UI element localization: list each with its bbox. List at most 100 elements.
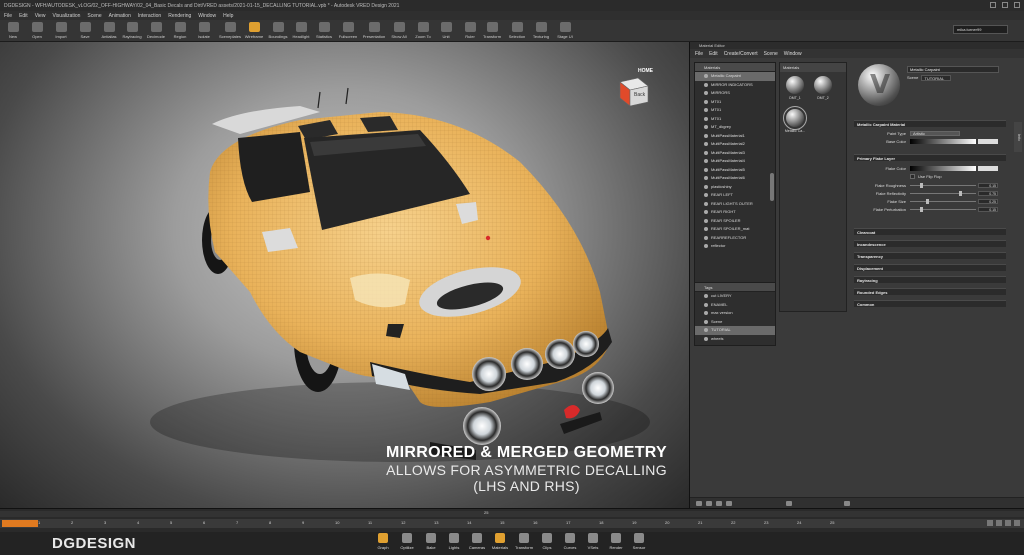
headlight-button[interactable]: Headlight (290, 21, 312, 41)
zoom-in-icon[interactable] (844, 501, 850, 506)
timeline-track[interactable] (0, 511, 1024, 517)
sceneplates-button[interactable]: Sceneplates (219, 21, 241, 41)
tree-item[interactable]: MT01 (695, 98, 775, 107)
close-icon[interactable] (1014, 2, 1020, 8)
menu-rendering[interactable]: Rendering (168, 13, 191, 19)
menu-help[interactable]: Help (223, 13, 233, 19)
me-menu-create-convert[interactable]: Create/Convert (724, 51, 758, 57)
clips-button[interactable]: Clips (536, 533, 558, 554)
tag-item[interactable]: TUTORIAL (695, 326, 775, 335)
play-icon[interactable] (1005, 520, 1011, 526)
menu-file[interactable]: File (4, 13, 12, 19)
material-name-field[interactable]: Metallic Carpaint (907, 66, 999, 73)
decimode-button[interactable]: Decimode (145, 21, 167, 41)
optilize-button[interactable]: Optilize (396, 533, 418, 554)
presentation-button[interactable]: Presentation (363, 21, 385, 41)
tree-item[interactable]: MultiPassMaterial5 (695, 166, 775, 175)
timeline[interactable]: 25 1 2 3 4 5 6 7 8 9 10 11 12 13 14 15 1… (0, 508, 1024, 532)
tree-item[interactable]: MT01 (695, 115, 775, 124)
flake-reflectivity-slider[interactable] (910, 193, 976, 194)
graph-button[interactable]: Graph (372, 533, 394, 554)
save-button[interactable]: Save (74, 21, 96, 41)
info-side-tab[interactable]: Info (1014, 122, 1022, 152)
last-frame-icon[interactable] (1014, 520, 1020, 526)
show-all-button[interactable]: Show All (388, 21, 410, 41)
flake-perturbation-knob[interactable] (920, 207, 923, 212)
flake-perturbation-value[interactable]: 0.15 (978, 207, 998, 212)
paint-type-select[interactable]: Artistic (910, 131, 960, 136)
ruler-button[interactable]: Ruler (459, 21, 481, 41)
vsets-button[interactable]: VSets (582, 533, 604, 554)
scene-tag-field[interactable]: TUTORIAL (921, 75, 952, 81)
wireframe-button[interactable]: Wireframe (243, 21, 265, 41)
tag-item[interactable]: max version (695, 309, 775, 318)
tag-item[interactable]: wheels (695, 335, 775, 344)
open-button[interactable]: Open (26, 21, 48, 41)
menu-edit[interactable]: Edit (19, 13, 28, 19)
section-common[interactable]: Common (854, 300, 1006, 307)
flake-size-knob[interactable] (926, 199, 929, 204)
texturing-button[interactable]: Texturing (530, 21, 552, 41)
materials-tree[interactable]: Materials Metallic Carpaint MIRROR INDIC… (694, 62, 776, 312)
tree-item[interactable]: Metallic Carpaint (695, 72, 775, 81)
flake-color-swatch[interactable] (978, 166, 998, 171)
tree-item[interactable]: REAR LEFT (695, 191, 775, 200)
section-displacement[interactable]: Displacement (854, 264, 1006, 271)
fullscreen-button[interactable]: Fullscreen (337, 21, 359, 41)
tags-panel[interactable]: Tags cut LIVERY ENAMEL max version Scene… (694, 282, 776, 346)
flake-size-slider[interactable] (910, 201, 976, 202)
tree-item[interactable]: MultiPassMaterial4 (695, 157, 775, 166)
nav-cube-back[interactable]: Back (634, 92, 645, 98)
tag-item[interactable]: ENAMEL (695, 301, 775, 310)
section-rounded-edges[interactable]: Rounded Edges (854, 288, 1006, 295)
base-color-swatch[interactable] (978, 139, 998, 144)
tree-item[interactable]: MT01 (695, 106, 775, 115)
material-preview-thumb[interactable] (783, 106, 807, 130)
me-menu-file[interactable]: File (695, 51, 703, 57)
stage-ui-button[interactable]: Stage UI (554, 21, 576, 41)
flake-size-value[interactable]: 0.25 (978, 199, 998, 204)
section-transparency[interactable]: Transparency (854, 252, 1006, 259)
base-color-ramp[interactable] (910, 139, 976, 144)
menu-visualization[interactable]: Visualization (52, 13, 80, 19)
zoom-to-button[interactable]: Zoom To (412, 21, 434, 41)
tag-item[interactable]: cut LIVERY (695, 292, 775, 301)
menu-view[interactable]: View (35, 13, 46, 19)
tree-item[interactable]: MultiPassMaterial6 (695, 174, 775, 183)
tree-item[interactable]: REAR RIGHT (695, 208, 775, 217)
flake-roughness-knob[interactable] (920, 183, 923, 188)
section-incandescence[interactable]: Incandescence (854, 240, 1006, 247)
statistics-button[interactable]: Statistics (313, 21, 335, 41)
flake-reflectivity-knob[interactable] (959, 191, 962, 196)
use-flip-flop-checkbox[interactable] (910, 174, 915, 179)
render-button[interactable]: Render (605, 533, 627, 554)
maximize-icon[interactable] (1002, 2, 1008, 8)
import-button[interactable]: Import (50, 21, 72, 41)
section-metallic-carpaint[interactable]: Metallic Carpaint Material (854, 120, 1006, 127)
paste-icon[interactable] (726, 501, 732, 506)
cameras-button[interactable]: Cameras (466, 533, 488, 554)
tree-item[interactable]: REARREFLECTOR (695, 234, 775, 243)
menu-animation[interactable]: Animation (109, 13, 131, 19)
tree-item[interactable]: MultiPassMaterial2 (695, 140, 775, 149)
first-frame-icon[interactable] (987, 520, 993, 526)
transform-module-button[interactable]: Transform (513, 533, 535, 554)
play-back-icon[interactable] (996, 520, 1002, 526)
section-raytracing[interactable]: Raytracing (854, 276, 1006, 283)
new-button[interactable]: New (2, 21, 24, 41)
menu-interaction[interactable]: Interaction (138, 13, 161, 19)
boundings-button[interactable]: Boundings (267, 21, 289, 41)
tree-scrollbar[interactable] (770, 173, 774, 201)
bake-button[interactable]: Bake (420, 533, 442, 554)
section-primary-flake-layer[interactable]: Primary Flake Layer (854, 154, 1006, 161)
minimize-icon[interactable] (990, 2, 996, 8)
material-preview-thumb[interactable] (814, 76, 832, 94)
tree-item[interactable]: MIRRORS (695, 89, 775, 98)
isolate-button[interactable]: Isolate (193, 21, 215, 41)
transform-button[interactable]: Transform (481, 21, 503, 41)
tree-item[interactable]: MultiPassMaterial3 (695, 149, 775, 158)
remove-material-icon[interactable] (706, 501, 712, 506)
materials-button[interactable]: Materials (489, 533, 511, 554)
navigation-cube[interactable]: HOME Back (614, 68, 654, 110)
selection-button[interactable]: Selection (506, 21, 528, 41)
